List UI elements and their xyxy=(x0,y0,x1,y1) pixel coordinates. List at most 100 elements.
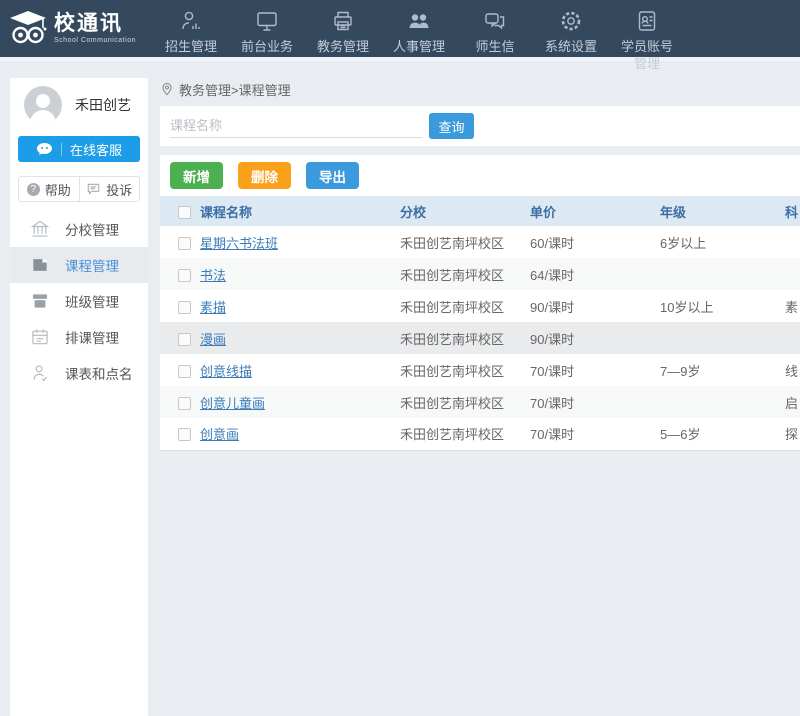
sidebar-menu: 分校管理 课程管理 班级管理 排课管理 课表和点名 xyxy=(10,211,148,391)
search-panel: 查询 xyxy=(160,106,800,146)
course-link[interactable]: 星期六书法班 xyxy=(200,236,278,251)
table-row: 素描 禾田创艺南坪校区 90/课时 10岁以上 素 xyxy=(160,290,800,322)
archive-icon xyxy=(30,291,50,311)
sidebar-item-timetable-rollcall[interactable]: 课表和点名 xyxy=(10,355,148,391)
row-checkbox[interactable] xyxy=(178,301,191,314)
monitor-icon xyxy=(236,9,298,35)
app-logo: 校通讯 School Communication xyxy=(0,0,150,57)
action-bar: 新增 删除 导出 xyxy=(160,162,800,189)
nav-item-settings[interactable]: 系统设置 xyxy=(540,9,602,72)
cell-subject: 探 xyxy=(785,418,800,450)
course-link[interactable]: 创意画 xyxy=(200,427,239,442)
course-link[interactable]: 素描 xyxy=(200,300,226,315)
export-button[interactable]: 导出 xyxy=(306,162,359,189)
select-all-checkbox[interactable] xyxy=(178,206,191,219)
sidebar-item-label: 分校管理 xyxy=(65,219,119,239)
cell-subject xyxy=(785,322,800,354)
table-row: 创意画 禾田创艺南坪校区 70/课时 5—6岁 探 xyxy=(160,418,800,450)
cell-price: 70/课时 xyxy=(530,354,660,386)
sidebar-item-label: 班级管理 xyxy=(65,291,119,311)
cell-grade xyxy=(660,258,785,290)
wechat-icon xyxy=(36,142,53,157)
cell-subject xyxy=(785,226,800,258)
nav-item-frontdesk[interactable]: 前台业务 xyxy=(236,9,298,72)
course-link[interactable]: 书法 xyxy=(200,268,226,283)
person-icon xyxy=(30,363,50,383)
sidebar-item-branch-management[interactable]: 分校管理 xyxy=(10,211,148,247)
add-button[interactable]: 新增 xyxy=(170,162,223,189)
online-service-label: 在线客服 xyxy=(70,140,122,159)
feedback-icon xyxy=(86,182,101,196)
notebook-icon xyxy=(30,255,50,275)
printer-icon xyxy=(312,9,374,35)
complaint-button[interactable]: 投诉 xyxy=(80,177,140,201)
question-icon: ? xyxy=(27,183,40,196)
cell-grade xyxy=(660,386,785,418)
row-checkbox[interactable] xyxy=(178,365,191,378)
table-row: 书法 禾田创艺南坪校区 64/课时 xyxy=(160,258,800,290)
cell-price: 70/课时 xyxy=(530,386,660,418)
divider xyxy=(61,143,62,156)
nav-label: 招生管理 xyxy=(165,39,217,54)
cell-grade: 5—6岁 xyxy=(660,418,785,450)
sidebar-item-label: 课表和点名 xyxy=(65,363,133,383)
nav-label: 前台业务 xyxy=(241,39,293,54)
table-panel: 新增 删除 导出 课程名称 分校 单价 年级 科 xyxy=(160,155,800,451)
sidebar-item-class-management[interactable]: 班级管理 xyxy=(10,283,148,319)
avatar xyxy=(24,86,62,124)
nav-item-academic[interactable]: 教务管理 xyxy=(312,9,374,72)
nav-label: 人事管理 xyxy=(393,39,445,54)
delete-button[interactable]: 删除 xyxy=(238,162,291,189)
main-content: 教务管理>课程管理 查询 新增 删除 导出 课程名称 分校 单价 xyxy=(160,78,800,716)
people-icon xyxy=(388,9,450,35)
help-button[interactable]: ? 帮助 xyxy=(19,177,80,201)
cell-grade xyxy=(660,322,785,354)
course-link[interactable]: 漫画 xyxy=(200,332,226,347)
sidebar-item-course-management[interactable]: 课程管理 xyxy=(10,247,148,283)
table-row: 漫画 禾田创艺南坪校区 90/课时 xyxy=(160,322,800,354)
course-name-input[interactable] xyxy=(170,114,422,138)
cell-subject xyxy=(785,258,800,290)
nav-label: 学员账号管理 xyxy=(621,39,673,71)
topbar: 校通讯 School Communication 招生管理 前台业务 教务管理 xyxy=(0,0,800,57)
app-subtitle: School Communication xyxy=(54,37,136,44)
cell-branch: 禾田创艺南坪校区 xyxy=(400,258,530,290)
breadcrumb-text: 教务管理>课程管理 xyxy=(179,80,291,99)
calendar-icon xyxy=(30,327,50,347)
nav-label: 师生信 xyxy=(475,39,514,54)
nav-label: 教务管理 xyxy=(317,39,369,54)
cell-branch: 禾田创艺南坪校区 xyxy=(400,290,530,322)
help-complaint-group: ? 帮助 投诉 xyxy=(18,176,140,202)
query-button[interactable]: 查询 xyxy=(429,113,474,139)
nav-item-hr[interactable]: 人事管理 xyxy=(388,9,450,72)
gear-icon xyxy=(540,9,602,35)
cell-price: 70/课时 xyxy=(530,418,660,450)
id-card-icon xyxy=(616,9,678,35)
sidebar-item-schedule-management[interactable]: 排课管理 xyxy=(10,319,148,355)
cell-price: 90/课时 xyxy=(530,290,660,322)
cell-subject: 素 xyxy=(785,290,800,322)
sidebar-item-label: 排课管理 xyxy=(65,327,119,347)
row-checkbox[interactable] xyxy=(178,333,191,346)
cell-price: 60/课时 xyxy=(530,226,660,258)
row-checkbox[interactable] xyxy=(178,269,191,282)
nav-label: 系统设置 xyxy=(545,39,597,54)
nav-item-student-accounts[interactable]: 学员账号管理 xyxy=(616,9,678,72)
course-link[interactable]: 创意线描 xyxy=(200,364,252,379)
online-service-button[interactable]: 在线客服 xyxy=(18,136,140,162)
location-pin-icon xyxy=(160,82,174,96)
bank-icon xyxy=(30,219,50,239)
nav-item-enrollment[interactable]: 招生管理 xyxy=(160,9,222,72)
row-checkbox[interactable] xyxy=(178,428,191,441)
row-checkbox[interactable] xyxy=(178,237,191,250)
cell-branch: 禾田创艺南坪校区 xyxy=(400,354,530,386)
header-course-name: 课程名称 xyxy=(200,196,400,226)
cell-grade: 10岁以上 xyxy=(660,290,785,322)
cell-branch: 禾田创艺南坪校区 xyxy=(400,386,530,418)
cell-price: 90/课时 xyxy=(530,322,660,354)
row-checkbox[interactable] xyxy=(178,397,191,410)
course-link[interactable]: 创意儿童画 xyxy=(200,396,265,411)
cell-subject: 线 xyxy=(785,354,800,386)
nav-item-messages[interactable]: 师生信 xyxy=(464,9,526,72)
table-row: 创意线描 禾田创艺南坪校区 70/课时 7—9岁 线 xyxy=(160,354,800,386)
